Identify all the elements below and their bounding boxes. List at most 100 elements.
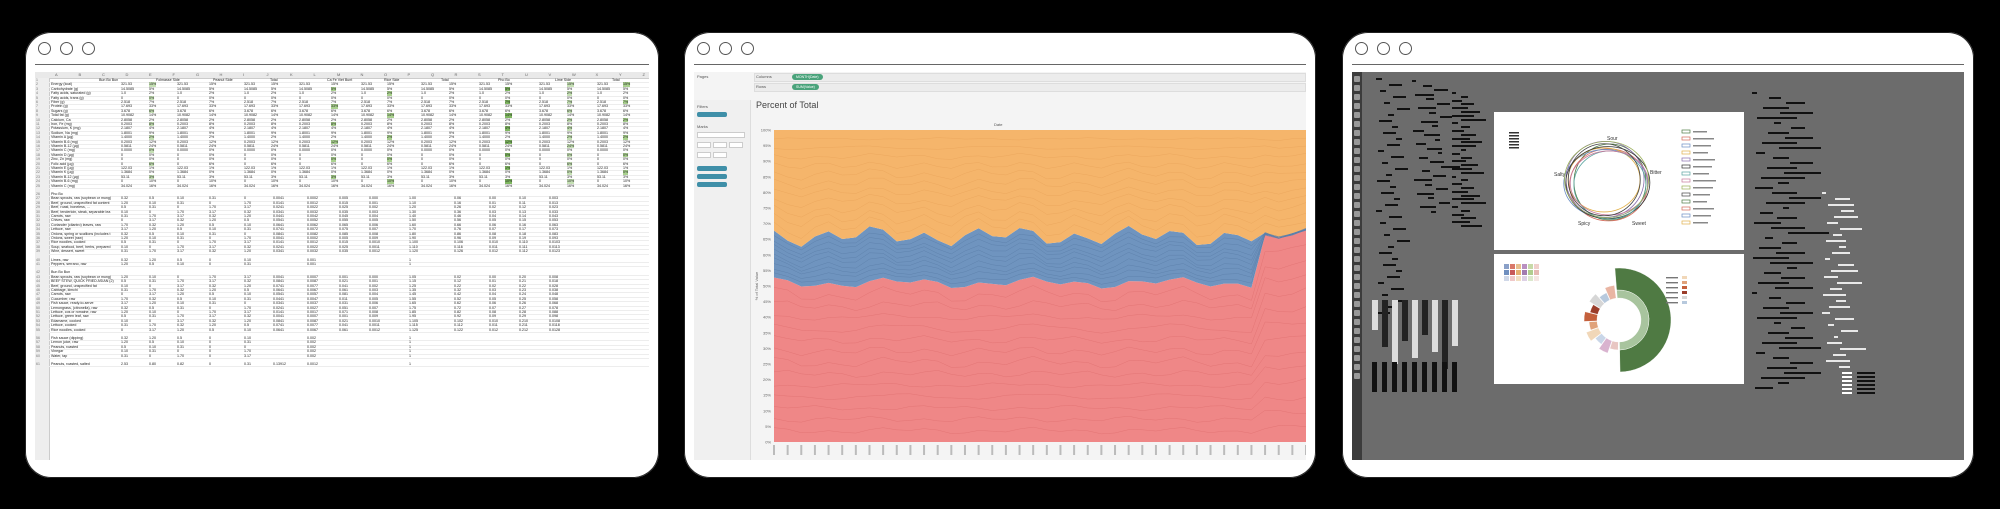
canvas-text-fragment[interactable]: [1786, 302, 1805, 304]
canvas-text-fragment[interactable]: [1452, 213, 1464, 216]
table-cell[interactable]: Peanuts, roasted, salted: [51, 362, 90, 366]
table-cell[interactable]: 1.70: [177, 354, 184, 358]
mark-type-dropdown[interactable]: [697, 132, 745, 138]
row-number[interactable]: 7: [36, 104, 38, 108]
row-number[interactable]: 1: [36, 78, 38, 82]
row-number[interactable]: 16: [36, 144, 40, 148]
tool-button[interactable]: [1354, 166, 1360, 172]
window-close-button[interactable]: [38, 42, 51, 55]
canvas-text-fragment[interactable]: [1424, 134, 1440, 136]
column-header[interactable]: F: [173, 72, 175, 77]
table-cell[interactable]: 0.13912: [273, 362, 286, 366]
column-header[interactable]: G: [196, 72, 199, 77]
column-header[interactable]: R: [455, 72, 458, 77]
canvas-text-fragment[interactable]: [1837, 282, 1862, 284]
canvas-text-fragment[interactable]: [1755, 187, 1773, 189]
canvas-text-fragment[interactable]: [1790, 362, 1813, 364]
row-number[interactable]: 3: [36, 87, 38, 91]
canvas-text-fragment[interactable]: [1835, 198, 1850, 200]
tool-button[interactable]: [1354, 238, 1360, 244]
canvas-text-fragment[interactable]: [1452, 190, 1468, 193]
tool-button[interactable]: [1354, 283, 1360, 289]
column-header[interactable]: J: [267, 72, 269, 77]
canvas-text-fragment[interactable]: [1383, 132, 1396, 134]
canvas-text-fragment[interactable]: [1842, 392, 1852, 394]
row-number[interactable]: 26: [36, 192, 40, 196]
canvas-text-fragment[interactable]: [1461, 225, 1482, 227]
palette-swatch[interactable]: [1504, 270, 1509, 275]
palette-swatch[interactable]: [1534, 264, 1539, 269]
canvas-text-fragment[interactable]: [1387, 276, 1400, 278]
canvas-text-fragment[interactable]: [1773, 157, 1789, 159]
canvas-text-fragment[interactable]: [1839, 366, 1850, 368]
canvas-text-fragment[interactable]: [1778, 382, 1789, 384]
mini-bar[interactable]: [1412, 300, 1418, 358]
sunburst-legend-swatch[interactable]: [1682, 281, 1687, 284]
canvas-text-fragment[interactable]: [1833, 354, 1846, 356]
canvas-text-fragment[interactable]: [1430, 161, 1444, 163]
canvas-text-fragment[interactable]: [1778, 182, 1789, 184]
palette-swatch[interactable]: [1504, 276, 1509, 281]
canvas-text-fragment[interactable]: [1452, 221, 1470, 224]
canvas-text-fragment[interactable]: [1397, 240, 1410, 242]
window-minimize-button[interactable]: [719, 42, 732, 55]
mini-bar[interactable]: [1372, 300, 1378, 330]
row-number[interactable]: 23: [36, 175, 40, 179]
row-number[interactable]: 59: [36, 349, 40, 353]
table-cell[interactable]: 0.10: [244, 328, 251, 332]
columns-pill[interactable]: MONTH(Date): [792, 74, 823, 80]
window-titlebar[interactable]: [25, 32, 659, 64]
legend-swatch[interactable]: [1681, 164, 1691, 169]
column-header[interactable]: C: [102, 72, 105, 77]
tool-button[interactable]: [1354, 373, 1360, 379]
tool-button[interactable]: [1354, 211, 1360, 217]
canvas-text-fragment[interactable]: [1829, 306, 1850, 308]
table-cell[interactable]: 0.126: [454, 249, 463, 253]
canvas-text-fragment[interactable]: [1842, 388, 1852, 390]
table-cell[interactable]: 1.70: [149, 249, 156, 253]
tool-button[interactable]: [1354, 157, 1360, 163]
row-number[interactable]: 36: [36, 236, 40, 240]
canvas-text-fragment[interactable]: [1780, 312, 1813, 314]
tool-button[interactable]: [1354, 337, 1360, 343]
table-cell[interactable]: 0.0641: [273, 328, 284, 332]
row-number[interactable]: 28: [36, 201, 40, 205]
canvas-text-fragment[interactable]: [1765, 237, 1773, 239]
column-header[interactable]: N: [361, 72, 364, 77]
table-cell[interactable]: 0.0012: [307, 362, 318, 366]
table-cell[interactable]: 1.20: [121, 262, 128, 266]
row-number[interactable]: 25: [36, 184, 40, 188]
canvas-text-fragment[interactable]: [1777, 217, 1797, 219]
sheet-cells[interactable]: Bun Bo Bun Folmasse Side Peanut Side Total C…: [49, 78, 649, 460]
row-number[interactable]: 17: [36, 148, 40, 152]
canvas-text-fragment[interactable]: [1461, 164, 1478, 167]
canvas-text-fragment[interactable]: [1378, 150, 1384, 152]
table-cell[interactable]: 0.80: [149, 362, 156, 366]
canvas-text-fragment[interactable]: [1775, 287, 1813, 289]
spreadsheet-grid[interactable]: ABCDEFGHIJKLMNOPQRSTUVWXYZ 1 2 3 4 5 6 7 8 9 10 11…: [35, 72, 649, 460]
canvas-text-fragment[interactable]: [1762, 342, 1797, 344]
palette-swatch[interactable]: [1510, 264, 1515, 269]
canvas-text-fragment[interactable]: [1756, 152, 1765, 154]
tool-button[interactable]: [1354, 193, 1360, 199]
table-cell[interactable]: 0.0128: [549, 328, 560, 332]
canvas-text-fragment[interactable]: [1421, 120, 1438, 123]
canvas-text-fragment[interactable]: [1437, 102, 1450, 105]
palette-swatch[interactable]: [1534, 276, 1539, 281]
canvas-text-fragment[interactable]: [1379, 120, 1392, 122]
artboard-sunburst[interactable]: [1494, 254, 1744, 384]
sunburst-legend-swatch[interactable]: [1682, 301, 1687, 304]
row-number[interactable]: 24: [36, 179, 40, 183]
table-cell[interactable]: Water, tap: [51, 354, 67, 358]
row-number[interactable]: 61: [36, 362, 40, 366]
canvas-text-fragment[interactable]: [1378, 282, 1384, 284]
palette-swatch[interactable]: [1510, 270, 1515, 275]
canvas-text-fragment[interactable]: [1388, 246, 1394, 248]
canvas-text-fragment[interactable]: [1772, 192, 1797, 194]
legend-swatch[interactable]: [1681, 213, 1691, 218]
row-number[interactable]: 30: [36, 210, 40, 214]
row-number[interactable]: 42: [36, 270, 40, 274]
canvas-text-fragment[interactable]: [1417, 192, 1434, 195]
table-cell[interactable]: 16%: [149, 184, 156, 188]
sunburst-legend-swatch[interactable]: [1682, 276, 1687, 279]
